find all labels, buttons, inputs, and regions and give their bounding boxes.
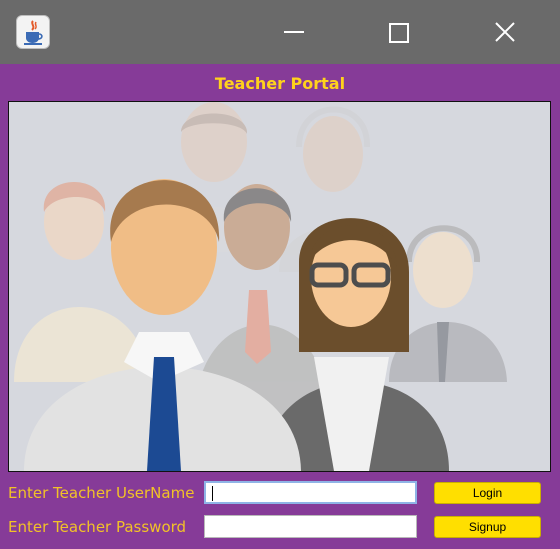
- signup-button[interactable]: Signup: [434, 516, 541, 538]
- maximize-button[interactable]: [364, 0, 434, 64]
- content-panel: Teacher Portal Enter Teacher UserName Lo…: [3, 64, 557, 547]
- minimize-button[interactable]: [259, 0, 329, 64]
- close-button[interactable]: [470, 0, 540, 64]
- people-group-illustration: [8, 101, 551, 472]
- maximize-icon: [389, 23, 409, 43]
- login-button[interactable]: Login: [434, 482, 541, 504]
- password-input[interactable]: [204, 515, 417, 538]
- username-input[interactable]: [204, 481, 417, 504]
- portal-title: Teacher Portal: [214, 74, 346, 93]
- minimize-icon: [284, 31, 304, 33]
- username-label: Enter Teacher UserName: [8, 484, 195, 502]
- text-caret: [212, 486, 213, 501]
- app-window: Teacher Portal Enter Teacher UserName Lo…: [0, 0, 560, 549]
- title-bar[interactable]: [0, 0, 560, 64]
- password-label: Enter Teacher Password: [8, 518, 187, 536]
- close-icon: [495, 22, 515, 42]
- java-cup-icon[interactable]: [16, 15, 50, 49]
